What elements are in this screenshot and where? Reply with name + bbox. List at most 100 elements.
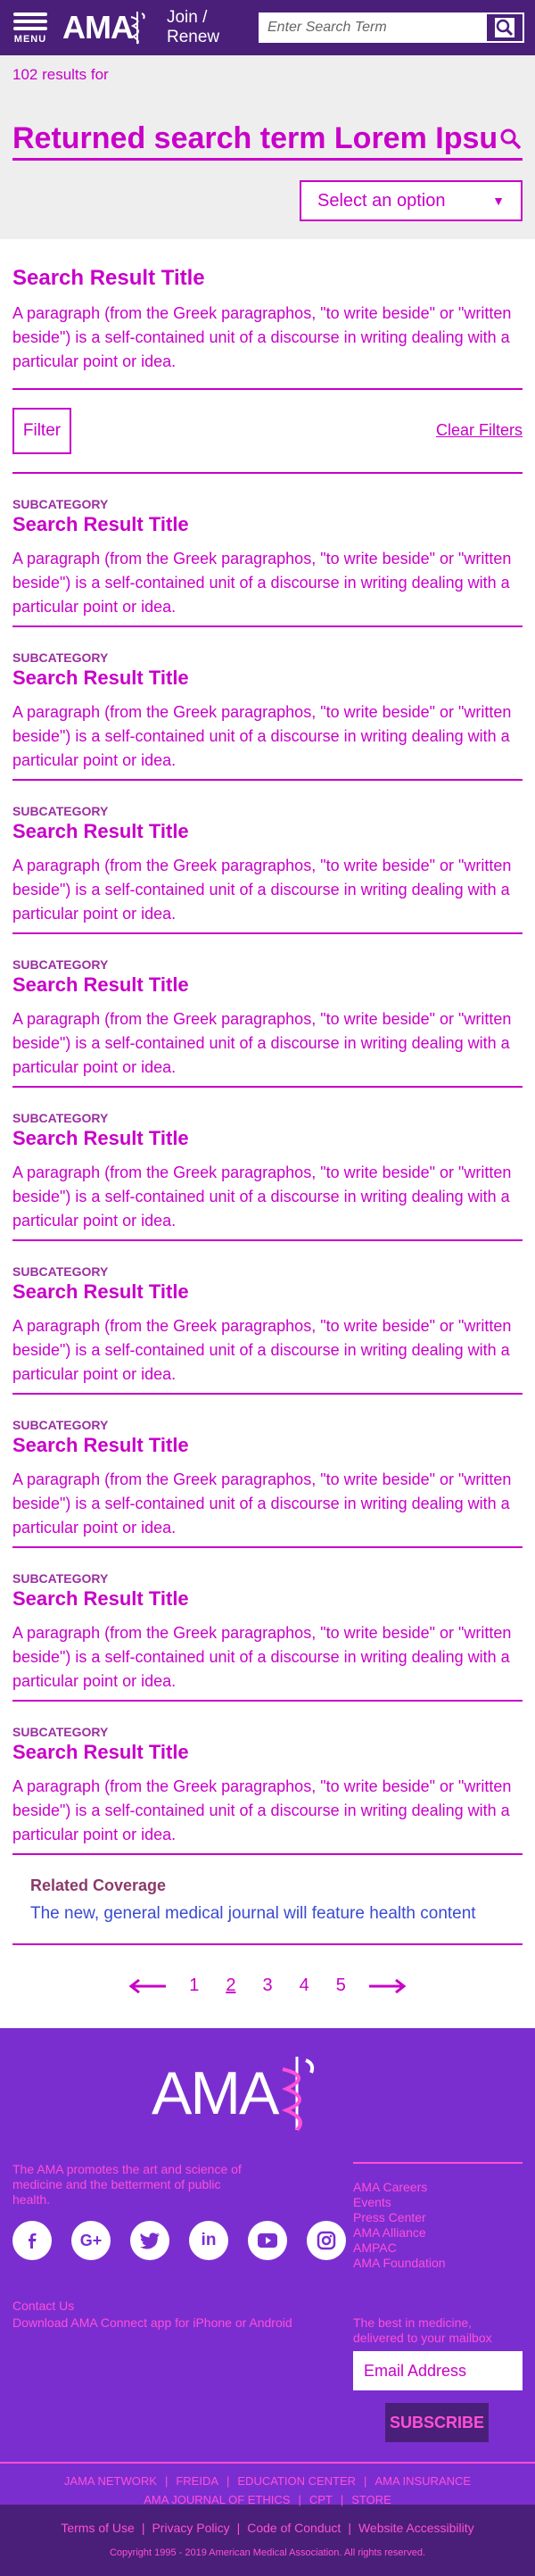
- menu-button[interactable]: MENU: [11, 5, 50, 50]
- result-title[interactable]: Search Result Title: [12, 513, 523, 536]
- page-2-link[interactable]: 2: [220, 1975, 241, 1996]
- list-item: SUBCATEGORY Search Result Title A paragr…: [12, 1395, 523, 1548]
- result-title[interactable]: Search Result Title: [12, 1587, 523, 1611]
- list-item: SUBCATEGORY Search Result Title A paragr…: [12, 474, 523, 627]
- list-item: SUBCATEGORY Search Result Title A paragr…: [12, 781, 523, 934]
- result-subcategory[interactable]: SUBCATEGORY: [12, 1264, 523, 1279]
- result-subcategory[interactable]: SUBCATEGORY: [12, 1571, 523, 1586]
- result-subcategory[interactable]: SUBCATEGORY: [12, 804, 523, 818]
- search-icon[interactable]: [499, 128, 523, 151]
- hamburger-icon-bar: [13, 20, 47, 23]
- twitter-icon[interactable]: [130, 2221, 169, 2260]
- header-search: [259, 12, 524, 43]
- result-description: A paragraph (from the Greek paragraphos,…: [12, 1317, 512, 1383]
- clear-filters-link[interactable]: Clear Filters: [436, 421, 523, 440]
- subscribe-button[interactable]: SUBSCRIBE: [385, 2403, 489, 2442]
- download-app-link[interactable]: Download AMA Connect app for iPhone or A…: [12, 2315, 292, 2332]
- separator: |: [164, 2474, 169, 2488]
- code-of-conduct-link[interactable]: Code of Conduct: [247, 2521, 341, 2535]
- footer-nav-cpt[interactable]: CPT: [309, 2493, 333, 2506]
- footer-nav-jama-network[interactable]: JAMA NETWORK: [64, 2474, 157, 2488]
- footer-nav-freida[interactable]: FREIDA: [176, 2474, 218, 2488]
- arrow-left-icon[interactable]: [128, 1978, 168, 1993]
- result-title[interactable]: Search Result Title: [12, 1127, 523, 1150]
- website-accessibility-link[interactable]: Website Accessibility: [358, 2521, 474, 2535]
- featured-result-description: A paragraph (from the Greek paragraphos,…: [12, 304, 512, 370]
- result-title[interactable]: Search Result Title: [12, 1741, 523, 1764]
- list-item: SUBCATEGORY Search Result Title A paragr…: [12, 627, 523, 781]
- bottom-bar: Terms of Use | Privacy Policy | Code of Cond…: [0, 2505, 535, 2576]
- contact-us-link[interactable]: Contact Us: [12, 2298, 292, 2315]
- result-title[interactable]: Search Result Title: [12, 1434, 523, 1457]
- result-description: A paragraph (from the Greek paragraphos,…: [12, 703, 512, 769]
- arrow-right-icon[interactable]: [367, 1978, 407, 1993]
- filter-button[interactable]: Filter: [12, 408, 71, 454]
- footer-link-alliance[interactable]: AMA Alliance: [353, 2225, 523, 2241]
- result-title[interactable]: Search Result Title: [12, 1280, 523, 1304]
- featured-result-title[interactable]: Search Result Title: [12, 266, 523, 291]
- page-4-link[interactable]: 4: [294, 1975, 315, 1996]
- result-subcategory[interactable]: SUBCATEGORY: [12, 957, 523, 972]
- footer-nav-ama-insurance[interactable]: AMA INSURANCE: [374, 2474, 471, 2488]
- caduceus-icon: [282, 2057, 315, 2132]
- featured-result: Search Result Title A paragraph (from th…: [0, 239, 535, 374]
- legal-links: Terms of Use | Privacy Policy | Code of Cond…: [0, 2521, 535, 2535]
- separator: |: [364, 2474, 367, 2488]
- google-plus-icon[interactable]: G+: [71, 2221, 111, 2260]
- search-input[interactable]: [259, 12, 485, 43]
- result-subcategory[interactable]: SUBCATEGORY: [12, 650, 523, 665]
- sort-select[interactable]: Select an option ▼: [300, 180, 523, 221]
- linkedin-glyph: in: [201, 2231, 217, 2249]
- facebook-icon[interactable]: [12, 2221, 52, 2260]
- page-5-link[interactable]: 5: [331, 1975, 351, 1996]
- footer-link-foundation[interactable]: AMA Foundation: [353, 2256, 523, 2271]
- linkedin-icon[interactable]: in: [189, 2221, 228, 2260]
- facebook-glyph: [29, 2233, 37, 2249]
- footer-nav-store[interactable]: STORE: [351, 2493, 391, 2506]
- sort-select-label: Select an option: [317, 190, 446, 211]
- footer-link-careers[interactable]: AMA Careers: [353, 2180, 523, 2195]
- footer-nav-journal-of-ethics[interactable]: AMA JOURNAL OF ETHICS: [144, 2493, 290, 2506]
- logo-text: AMA: [62, 9, 134, 46]
- footer-nav-row-2: AMA JOURNAL OF ETHICS | CPT | STORE: [0, 2493, 535, 2506]
- result-subcategory[interactable]: SUBCATEGORY: [12, 1111, 523, 1125]
- separator: |: [141, 2521, 145, 2535]
- select-row: Select an option ▼: [12, 180, 523, 221]
- results-list: SUBCATEGORY Search Result Title A paragr…: [0, 474, 535, 1855]
- separator: |: [340, 2493, 344, 2506]
- ama-logo[interactable]: AMA: [62, 9, 147, 46]
- privacy-policy-link[interactable]: Privacy Policy: [152, 2521, 229, 2535]
- email-field[interactable]: [353, 2351, 523, 2390]
- result-description: A paragraph (from the Greek paragraphos,…: [12, 1777, 512, 1843]
- result-title[interactable]: Search Result Title: [12, 667, 523, 690]
- separator: |: [298, 2493, 301, 2506]
- footer-link-ampac[interactable]: AMPAC: [353, 2241, 523, 2256]
- join-renew-link[interactable]: Join / Renew: [167, 8, 219, 47]
- footer-logo-text: AMA: [152, 2059, 279, 2127]
- footer-links: AMA Careers Events Press Center AMA Alli…: [353, 2162, 523, 2271]
- separator: |: [236, 2521, 241, 2535]
- footer-link-press-center[interactable]: Press Center: [353, 2210, 523, 2225]
- page-1-link[interactable]: 1: [184, 1975, 204, 1996]
- pagination: 1 2 3 4 5: [0, 1945, 535, 2017]
- terms-of-use-link[interactable]: Terms of Use: [61, 2521, 134, 2535]
- instagram-glyph: [317, 2231, 336, 2250]
- footer-nav-row-1: JAMA NETWORK | FREIDA | EDUCATION CENTER | AMA…: [0, 2474, 535, 2488]
- youtube-icon[interactable]: [248, 2221, 287, 2260]
- result-subcategory[interactable]: SUBCATEGORY: [12, 1725, 523, 1739]
- page-3-link[interactable]: 3: [257, 1975, 277, 1996]
- result-subcategory[interactable]: SUBCATEGORY: [12, 1418, 523, 1432]
- search-term: Returned search term Lorem Ipsum: [12, 121, 499, 155]
- footer-ama-logo[interactable]: AMA: [152, 2053, 318, 2133]
- result-description: A paragraph (from the Greek paragraphos,…: [12, 1164, 512, 1230]
- result-title[interactable]: Search Result Title: [12, 973, 523, 997]
- footer-nav-education-center[interactable]: EDUCATION CENTER: [237, 2474, 356, 2488]
- related-coverage-link[interactable]: The new, general medical journal will fe…: [30, 1904, 505, 1924]
- footer-link-events[interactable]: Events: [353, 2195, 523, 2210]
- result-subcategory[interactable]: SUBCATEGORY: [12, 497, 523, 511]
- result-description: A paragraph (from the Greek paragraphos,…: [12, 1624, 512, 1690]
- google-plus-glyph: G+: [79, 2231, 103, 2249]
- search-button[interactable]: [485, 12, 524, 43]
- result-title[interactable]: Search Result Title: [12, 820, 523, 843]
- instagram-icon[interactable]: [307, 2221, 346, 2260]
